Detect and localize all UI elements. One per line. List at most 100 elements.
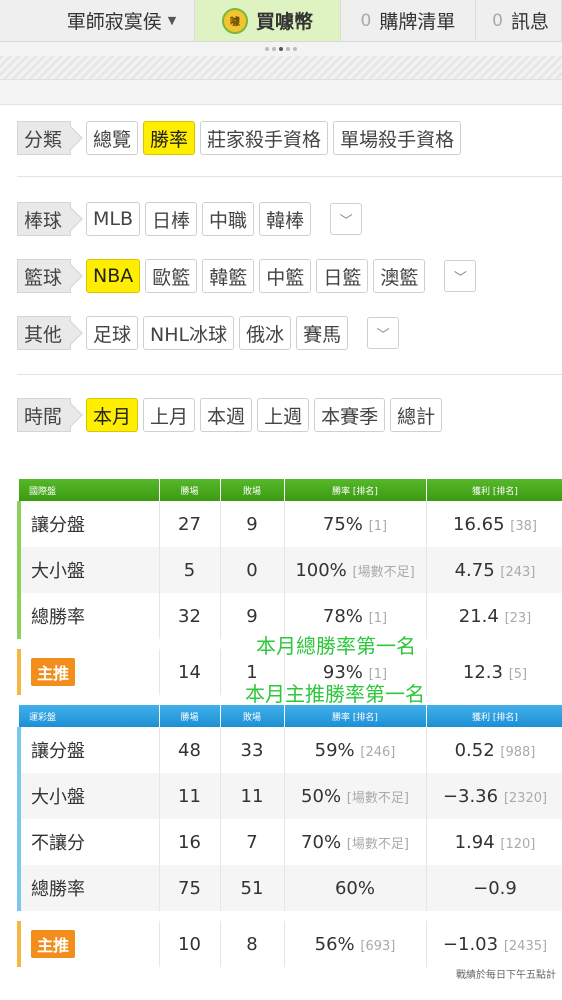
- row-name: 總勝率: [17, 865, 160, 911]
- win-rate: 50% [場數不足]: [284, 773, 427, 819]
- wins: 11: [159, 773, 221, 819]
- row-name: 讓分盤: [17, 501, 160, 547]
- buy-coins-label: 買噱幣: [255, 11, 313, 33]
- league-korea[interactable]: 韓籃: [202, 259, 255, 293]
- profit: −0.9: [426, 865, 562, 911]
- top-nav: 軍師寂寞侯 ▼ 噱 買噱幣 0 購牌清單 0 訊息: [0, 0, 562, 42]
- wins: 75: [159, 865, 221, 911]
- rank: [38]: [510, 518, 537, 534]
- league-australia[interactable]: 澳籃: [373, 259, 426, 293]
- messages-link[interactable]: 0 訊息: [476, 0, 562, 41]
- chevron-down-icon: ▼: [167, 14, 177, 27]
- tab-single-killer[interactable]: 單場殺手資格: [333, 121, 462, 155]
- wins: 5: [159, 547, 221, 593]
- league-nhl[interactable]: NHL冰球: [143, 316, 235, 350]
- table-header: 國際盤 勝場 敗場 勝率 [排名] 獲利 [排名]: [19, 479, 562, 501]
- rank: [2320]: [503, 790, 548, 806]
- table-row: 讓分盤 27 9 75% [1] 16.65 [38]: [17, 501, 562, 547]
- league-soccer[interactable]: 足球: [86, 316, 139, 350]
- basketball-more-dropdown[interactable]: ﹀: [444, 260, 477, 292]
- category-filter: 分類 總覽 勝率 莊家殺手資格 單場殺手資格: [17, 120, 462, 156]
- league-nba[interactable]: NBA: [86, 259, 141, 293]
- league-euro[interactable]: 歐籃: [145, 259, 198, 293]
- cart-link[interactable]: 0 購牌清單: [341, 0, 477, 41]
- profit: 4.75 [243]: [426, 547, 562, 593]
- rank: [2435]: [503, 938, 548, 954]
- league-npb[interactable]: 日棒: [145, 202, 198, 236]
- chevron-down-icon: ﹀: [376, 327, 390, 343]
- other-label: 其他: [17, 316, 72, 350]
- wins: 27: [159, 501, 221, 547]
- other-more-dropdown[interactable]: ﹀: [367, 317, 400, 349]
- league-mlb[interactable]: MLB: [86, 202, 141, 236]
- wins: 16: [159, 819, 221, 865]
- win-rate: 59% [246]: [284, 727, 427, 773]
- time-filter: 時間 本月 上月 本週 上週 本賽季 總計: [17, 397, 443, 433]
- cart-label: 購牌清單: [379, 11, 456, 33]
- rank: [1]: [368, 518, 388, 534]
- profit: −3.36 [2320]: [426, 773, 562, 819]
- rank: [988]: [500, 744, 536, 760]
- losses: 7: [220, 819, 285, 865]
- time-this-month[interactable]: 本月: [86, 398, 139, 432]
- other-filter: 其他 足球 NHL冰球 俄冰 賽馬 ﹀: [17, 315, 400, 351]
- league-china[interactable]: 中籃: [259, 259, 312, 293]
- rank: [693]: [360, 938, 396, 954]
- league-horse[interactable]: 賽馬: [296, 316, 349, 350]
- win-rate: 60%: [284, 865, 427, 911]
- rank: [120]: [500, 836, 536, 852]
- rank: [1]: [368, 610, 388, 626]
- recommend-badge: 主推: [31, 930, 76, 958]
- losses: 9: [220, 501, 285, 547]
- win-rate: 75% [1]: [284, 501, 427, 547]
- chevron-down-icon: ﹀: [453, 270, 467, 286]
- table-row: 大小盤 5 0 100% [場數不足] 4.75 [243]: [17, 547, 562, 593]
- rank: [5]: [508, 666, 528, 682]
- bottom-bar: [0, 988, 562, 1000]
- wins: 10: [159, 921, 221, 967]
- table-header: 運彩盤 勝場 敗場 勝率 [排名] 獲利 [排名]: [19, 705, 562, 727]
- page-indicator: [0, 42, 562, 56]
- league-kbo[interactable]: 韓棒: [259, 202, 312, 236]
- time-total[interactable]: 總計: [390, 398, 443, 432]
- league-cpbl[interactable]: 中職: [202, 202, 255, 236]
- coin-icon: 噱: [221, 7, 248, 34]
- column-header: 運彩盤: [19, 705, 160, 727]
- divider: [17, 176, 562, 177]
- row-name: 讓分盤: [17, 727, 160, 773]
- row-name: 總勝率: [17, 593, 160, 639]
- messages-count: 0: [492, 10, 503, 31]
- time-this-season[interactable]: 本賽季: [314, 398, 386, 432]
- lottery-stats-table: 運彩盤 勝場 敗場 勝率 [排名] 獲利 [排名] 讓分盤 48 33 59% …: [17, 705, 562, 967]
- time-last-month[interactable]: 上月: [143, 398, 196, 432]
- baseball-more-dropdown[interactable]: ﹀: [330, 203, 363, 235]
- user-menu[interactable]: 軍師寂寞侯 ▼: [0, 0, 196, 41]
- tab-overview[interactable]: 總覽: [86, 121, 139, 155]
- baseball-filter: 棒球 MLB 日棒 中職 韓棒 ﹀: [17, 201, 363, 237]
- time-this-week[interactable]: 本週: [200, 398, 253, 432]
- profit: 21.4 [23]: [426, 593, 562, 639]
- table-row: 讓分盤 48 33 59% [246] 0.52 [988]: [17, 727, 562, 773]
- league-khl[interactable]: 俄冰: [239, 316, 292, 350]
- rank: [場數不足]: [346, 836, 409, 852]
- league-japan[interactable]: 日籃: [316, 259, 369, 293]
- column-header: 勝場: [159, 705, 221, 727]
- rank: [場數不足]: [346, 790, 409, 806]
- rank: [23]: [504, 610, 532, 626]
- losses: 51: [220, 865, 285, 911]
- basketball-label: 籃球: [17, 259, 72, 293]
- messages-label: 訊息: [510, 11, 549, 33]
- losses: 0: [220, 547, 285, 593]
- category-label: 分類: [17, 121, 72, 155]
- buy-coins-button[interactable]: 噱 買噱幣: [195, 0, 341, 41]
- tab-win-rate[interactable]: 勝率: [143, 121, 196, 155]
- tab-banker-killer[interactable]: 莊家殺手資格: [200, 121, 329, 155]
- profit: 0.52 [988]: [426, 727, 562, 773]
- time-last-week[interactable]: 上週: [257, 398, 310, 432]
- profit: 16.65 [38]: [426, 501, 562, 547]
- win-rate: 56% [693]: [284, 921, 427, 967]
- losses: 11: [220, 773, 285, 819]
- recommend-badge: 主推: [31, 658, 76, 686]
- wins: 14: [159, 649, 221, 695]
- chevron-down-icon: ﹀: [339, 213, 353, 229]
